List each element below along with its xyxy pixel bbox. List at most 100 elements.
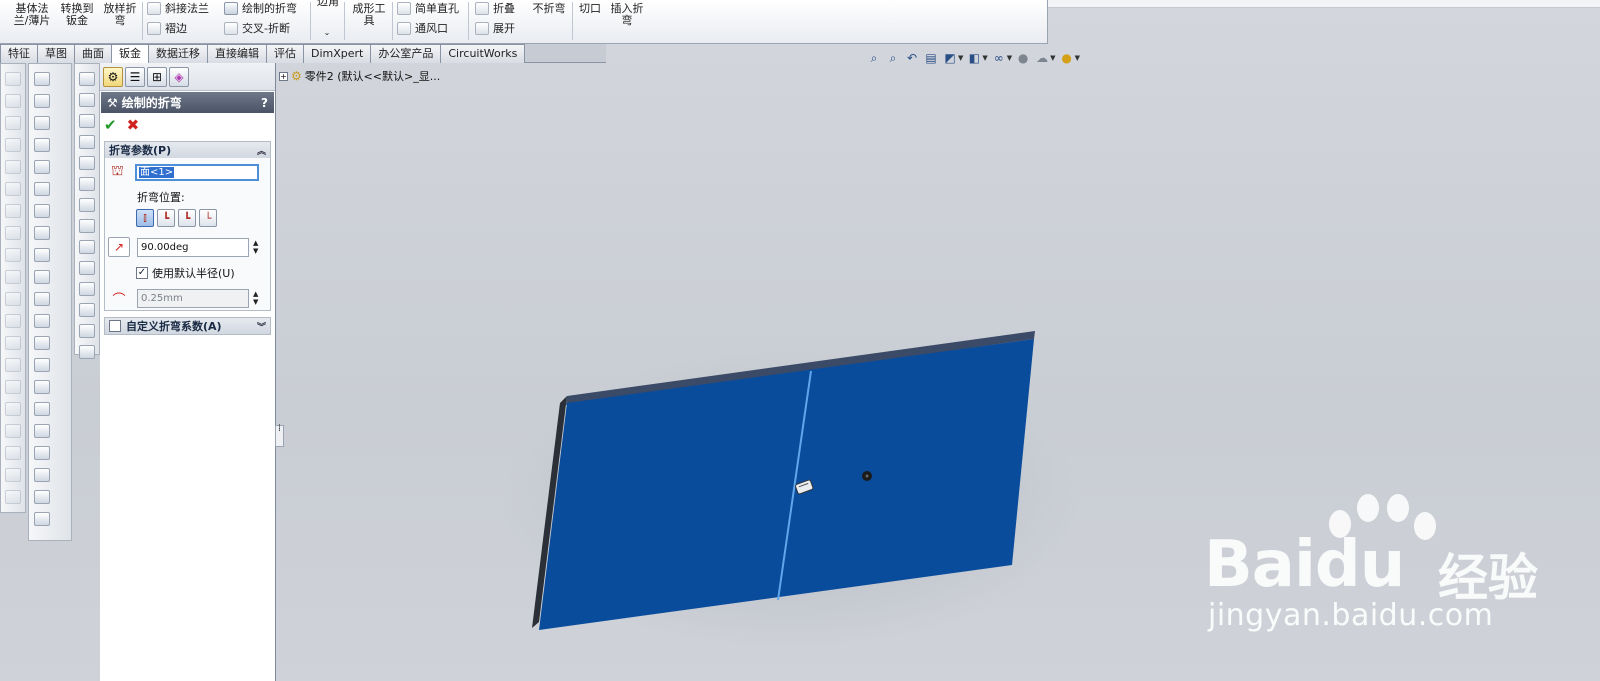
tab-6[interactable]: 评估 <box>266 44 304 63</box>
expand-chevron-icon[interactable]: ︾ <box>257 320 266 333</box>
custom-bend-allowance-header[interactable]: 自定义折弯系数(A) ︾ <box>105 318 270 334</box>
cancel-button[interactable]: ✖ <box>127 116 140 134</box>
tab-7[interactable]: DimXpert <box>303 44 372 63</box>
material-outside-button[interactable]: ┗ <box>178 209 196 227</box>
vbar1-tool-icon-10[interactable] <box>5 292 21 306</box>
vbar2-tool-icon-8[interactable] <box>34 248 50 262</box>
hide-show-items-icon[interactable]: ∞ <box>991 50 1007 66</box>
vbar2-tool-icon-4[interactable] <box>34 160 50 174</box>
miter-flange-button[interactable]: 斜接法兰 <box>147 2 209 15</box>
tab-1[interactable]: 草图 <box>37 44 75 63</box>
custom-bend-allowance-checkbox[interactable] <box>109 320 121 332</box>
vbar1-tool-icon-4[interactable] <box>5 160 21 174</box>
vbar1-tool-icon-3[interactable] <box>5 138 21 152</box>
vbar2-tool-icon-13[interactable] <box>34 358 50 372</box>
bend-outside-button[interactable]: └ <box>199 209 217 227</box>
vbar2-tool-icon-15[interactable] <box>34 402 50 416</box>
property-manager-tab[interactable]: ⚙ <box>103 67 123 87</box>
vbar3-tool-icon-2[interactable] <box>79 114 95 128</box>
simple-hole-button[interactable]: 简单直孔 <box>397 2 459 15</box>
cross-break-button[interactable]: 交叉-折断 <box>224 22 290 35</box>
vbar3-tool-icon-9[interactable] <box>79 261 95 275</box>
spin-down-icon[interactable]: ▼ <box>253 247 258 255</box>
vbar3-tool-icon-7[interactable] <box>79 219 95 233</box>
vbar2-tool-icon-0[interactable] <box>34 72 50 86</box>
bend-parameters-header[interactable]: 折弯参数(P) ︽ <box>105 142 270 158</box>
vbar1-tool-icon-9[interactable] <box>5 270 21 284</box>
vbar1-tool-icon-16[interactable] <box>5 424 21 438</box>
vbar1-tool-icon-8[interactable] <box>5 248 21 262</box>
vbar1-tool-icon-0[interactable] <box>5 72 21 86</box>
vbar3-tool-icon-6[interactable] <box>79 198 95 212</box>
vbar3-tool-icon-11[interactable] <box>79 303 95 317</box>
vbar1-tool-icon-5[interactable] <box>5 182 21 196</box>
tab-3[interactable]: 钣金 <box>111 44 149 64</box>
view-settings-dropdown-icon[interactable]: ▼ <box>1075 54 1080 62</box>
view-orientation-icon[interactable]: ◩ <box>942 50 958 66</box>
fixed-face-field[interactable]: 面<1> <box>135 163 259 181</box>
vbar3-tool-icon-0[interactable] <box>79 72 95 86</box>
vbar2-tool-icon-19[interactable] <box>34 490 50 504</box>
edit-appearance-icon[interactable]: ● <box>1015 50 1031 66</box>
display-style-icon[interactable]: ◧ <box>966 50 982 66</box>
vbar1-tool-icon-17[interactable] <box>5 446 21 460</box>
vbar1-tool-icon-1[interactable] <box>5 94 21 108</box>
vbar2-tool-icon-20[interactable] <box>34 512 50 526</box>
display-manager-tab[interactable]: ◈ <box>169 67 189 87</box>
apply-scene-dropdown-icon[interactable]: ▼ <box>1050 54 1055 62</box>
previous-view-icon[interactable]: ↶ <box>904 50 920 66</box>
vbar2-tool-icon-16[interactable] <box>34 424 50 438</box>
vbar1-tool-icon-6[interactable] <box>5 204 21 218</box>
view-settings-icon[interactable]: ● <box>1059 50 1075 66</box>
panel-splitter-handle[interactable]: ⁞ <box>275 424 284 447</box>
collapse-chevron-icon[interactable]: ︽ <box>257 144 266 157</box>
vbar1-tool-icon-13[interactable] <box>5 358 21 372</box>
vbar1-tool-icon-15[interactable] <box>5 402 21 416</box>
vent-button[interactable]: 通风口 <box>397 22 448 35</box>
vbar2-tool-icon-17[interactable] <box>34 446 50 460</box>
vbar2-tool-icon-12[interactable] <box>34 336 50 350</box>
bend-centerline-button[interactable]: ⫾ <box>136 209 154 227</box>
vbar1-tool-icon-11[interactable] <box>5 314 21 328</box>
vbar3-tool-icon-12[interactable] <box>79 324 95 338</box>
tab-0[interactable]: 特征 <box>0 44 38 63</box>
vbar2-tool-icon-2[interactable] <box>34 116 50 130</box>
vbar1-tool-icon-7[interactable] <box>5 226 21 240</box>
dimxpert-manager-tab[interactable]: ⊞ <box>147 67 167 87</box>
vbar3-tool-icon-13[interactable] <box>79 345 95 359</box>
base-flange-button[interactable]: 基体法 兰/薄片 <box>10 3 54 27</box>
configuration-manager-tab[interactable]: ☰ <box>125 67 145 87</box>
vbar3-tool-icon-5[interactable] <box>79 177 95 191</box>
section-view-icon[interactable]: ▤ <box>923 50 939 66</box>
tab-5[interactable]: 直接编辑 <box>207 44 267 63</box>
apply-scene-icon[interactable]: ☁ <box>1034 50 1050 66</box>
corners-dropdown-icon[interactable]: ⌄ <box>322 27 332 39</box>
bend-angle-spinner[interactable]: ▲ ▼ <box>253 239 258 255</box>
convert-to-sheet-metal-button[interactable]: 转换到 钣金 <box>56 3 98 27</box>
vbar2-tool-icon-5[interactable] <box>34 182 50 196</box>
vbar3-tool-icon-8[interactable] <box>79 240 95 254</box>
vbar2-tool-icon-9[interactable] <box>34 270 50 284</box>
unfold-button[interactable]: 展开 <box>475 22 515 35</box>
hem-button[interactable]: 褶边 <box>147 22 187 35</box>
tab-4[interactable]: 数据迁移 <box>148 44 208 63</box>
spin-up-icon[interactable]: ▲ <box>253 239 258 247</box>
vbar1-tool-icon-2[interactable] <box>5 116 21 130</box>
vbar2-tool-icon-11[interactable] <box>34 314 50 328</box>
insert-bends-button[interactable]: 插入折 弯 <box>606 3 648 27</box>
zoom-to-fit-icon[interactable]: ⌕ <box>866 50 882 66</box>
ok-button[interactable]: ✔ <box>104 116 117 134</box>
material-inside-button[interactable]: ┗ <box>157 209 175 227</box>
expand-icon[interactable]: + <box>279 71 288 81</box>
corners-button[interactable]: 边角 <box>314 0 342 8</box>
bend-angle-input[interactable]: 90.00deg <box>137 237 249 257</box>
tab-9[interactable]: CircuitWorks <box>440 44 526 63</box>
vbar2-tool-icon-6[interactable] <box>34 204 50 218</box>
vbar3-tool-icon-10[interactable] <box>79 282 95 296</box>
vbar2-tool-icon-7[interactable] <box>34 226 50 240</box>
no-bends-button[interactable]: 不折弯 <box>528 3 570 15</box>
sketched-bend-button[interactable]: 绘制的折弯 <box>224 2 297 15</box>
cut-button[interactable]: 切口 <box>576 3 604 15</box>
tab-2[interactable]: 曲面 <box>74 44 112 63</box>
vbar1-tool-icon-18[interactable] <box>5 468 21 482</box>
